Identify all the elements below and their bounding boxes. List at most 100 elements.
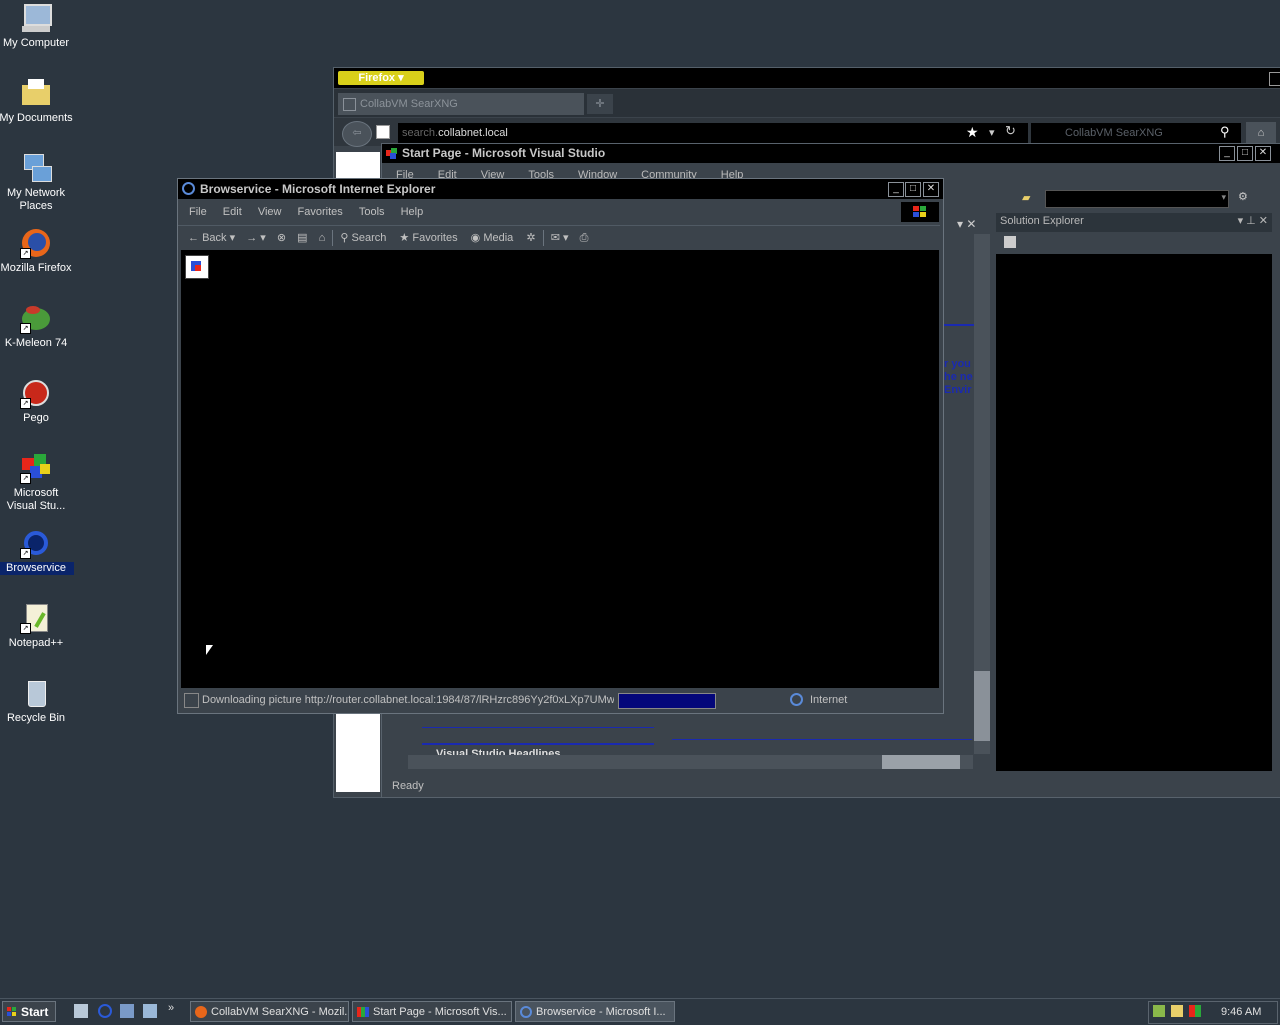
vs-menu-view[interactable]: View <box>481 169 505 178</box>
doc-close-icon[interactable]: ▾ ✕ <box>957 217 976 231</box>
home-button[interactable]: ⌂ <box>1246 122 1276 144</box>
desktop-icon-k-meleon[interactable]: ↗ K-Meleon 74 <box>0 302 74 350</box>
bookmark-star-icon[interactable]: ★ <box>966 124 979 141</box>
favorites-icon: ★ <box>399 232 410 244</box>
refresh-icon[interactable]: ▤ <box>297 232 307 244</box>
properties-icon[interactable] <box>1004 236 1016 248</box>
taskbar: Start » CollabVM SearXNG - Mozil... Star… <box>0 998 1280 1025</box>
ie-maximize-button[interactable]: □ <box>905 182 921 197</box>
vs-toolbar-icon[interactable]: ⚙ <box>1238 190 1248 203</box>
vs-menubar: File Edit View Tools Window Community Help <box>382 164 1002 178</box>
desktop-icon-my-documents[interactable]: My Documents <box>0 77 74 125</box>
site-identity-icon[interactable] <box>376 125 390 139</box>
ie-window[interactable]: Browservice - Microsoft Internet Explore… <box>177 178 944 714</box>
ie-media-button[interactable]: ◉ Media <box>471 232 514 244</box>
quicklaunch-more-icon[interactable]: » <box>168 1002 174 1014</box>
vs-find-combo[interactable]: ▾ <box>1045 190 1229 208</box>
firefox-titlebar[interactable]: Firefox ▾ <box>334 68 1280 88</box>
ie-menu-edit[interactable]: Edit <box>223 206 242 218</box>
firefox-tab[interactable]: CollabVM SearXNG <box>338 93 584 115</box>
vs-menu-community[interactable]: Community <box>641 169 697 178</box>
vs-titlebar[interactable]: Start Page - Microsoft Visual Studio <box>382 144 1280 163</box>
desktop-icon-my-computer[interactable]: My Computer <box>0 2 74 50</box>
desktop-icon-my-network-places[interactable]: My Network Places <box>0 152 74 213</box>
search-bar[interactable]: CollabVM SearXNG <box>1031 123 1241 143</box>
desktop-icon-pego[interactable]: ↗ Pego <box>0 377 74 425</box>
shortcut-arrow-icon: ↗ <box>20 623 31 634</box>
vs-maximize-button[interactable]: □ <box>1237 146 1253 161</box>
ie-minimize-button[interactable]: _ <box>888 182 904 197</box>
reload-icon[interactable]: ↻ <box>1005 123 1016 139</box>
vs-menu-tools[interactable]: Tools <box>528 169 554 178</box>
vs-headlines-heading: Visual Studio Headlines <box>436 748 561 755</box>
start-page-divider <box>944 324 974 326</box>
solution-explorer-header[interactable]: Solution Explorer ▾ ⊥ ✕ <box>996 213 1272 232</box>
desktop-icon-visual-studio[interactable]: ↗ Microsoft Visual Stu... <box>0 452 74 513</box>
k-meleon-icon: ↗ <box>20 302 52 334</box>
quicklaunch-desktop-icon[interactable] <box>74 1004 88 1018</box>
vs-minimize-button[interactable]: _ <box>1219 146 1235 161</box>
back-button[interactable]: ⇦ <box>342 121 372 147</box>
desktop-icon-browservice[interactable]: ↗ Browservice <box>0 527 74 575</box>
chevron-down-icon: ▾ <box>1221 192 1226 202</box>
ie-favorites-button[interactable]: ★ Favorites <box>399 232 457 244</box>
shortcut-arrow-icon: ↗ <box>20 398 31 409</box>
task-browservice[interactable]: Browservice - Microsoft I... <box>515 1001 675 1022</box>
mail-icon[interactable]: ✉ ▾ <box>551 232 569 244</box>
network-icon <box>20 152 52 184</box>
ie-menubar: File Edit View Favorites Tools Help <box>178 201 898 223</box>
print-icon[interactable]: ⎙ <box>580 232 589 244</box>
ie-titlebar[interactable]: Browservice - Microsoft Internet Explore… <box>178 179 943 199</box>
home-icon[interactable]: ⌂ <box>319 232 326 244</box>
clock[interactable]: 9:46 AM <box>1221 1002 1261 1023</box>
vs-menu-window[interactable]: Window <box>578 169 617 178</box>
tray-app-icon[interactable] <box>1171 1005 1183 1017</box>
desktop-icon-notepad-plus-plus[interactable]: ↗ Notepad++ <box>0 602 74 650</box>
vs-scroll-thumb[interactable] <box>974 671 990 741</box>
ie-menu-help[interactable]: Help <box>401 206 424 218</box>
panel-controls-icon[interactable]: ▾ ⊥ ✕ <box>1238 213 1268 230</box>
search-magnifier-icon[interactable]: ⚲ <box>1220 124 1230 140</box>
stop-icon[interactable]: ⊗ <box>277 232 286 244</box>
vs-menu-help[interactable]: Help <box>721 169 744 178</box>
task-visual-studio[interactable]: Start Page - Microsoft Vis... <box>352 1001 512 1022</box>
ie-search-button[interactable]: ⚲ Search <box>340 232 386 244</box>
ie-page-content[interactable] <box>181 250 939 688</box>
desktop-icon-recycle-bin[interactable]: Recycle Bin <box>0 677 74 725</box>
minimize-button[interactable] <box>1269 72 1280 86</box>
ie-forward-button[interactable]: → ▾ <box>246 232 266 244</box>
firefox-menu-button[interactable]: Firefox ▾ <box>338 71 424 85</box>
ie-menu-tools[interactable]: Tools <box>359 206 385 218</box>
desktop-icon-label: Recycle Bin <box>6 712 66 724</box>
ie-close-button[interactable]: ✕ <box>923 182 939 197</box>
home-icon: ⌂ <box>1257 127 1265 139</box>
history-icon[interactable]: ✲ <box>526 232 535 244</box>
back-arrow-icon: ⇦ <box>352 127 362 139</box>
task-firefox[interactable]: CollabVM SearXNG - Mozil... <box>190 1001 349 1022</box>
page-icon <box>343 98 356 111</box>
vs-menu-file[interactable]: File <box>396 169 414 178</box>
vs-close-button[interactable]: ✕ <box>1255 146 1271 161</box>
firefox-tab-title: CollabVM SearXNG <box>360 98 458 110</box>
visual-studio-tray-icon[interactable] <box>1189 1005 1201 1017</box>
desktop-icon-mozilla-firefox[interactable]: ↗ Mozilla Firefox <box>0 227 74 275</box>
url-dropdown-icon[interactable]: ▾ <box>989 126 995 139</box>
windows-logo-icon <box>901 202 939 222</box>
start-button[interactable]: Start <box>2 1001 56 1022</box>
url-bar[interactable]: search.collabnet.local <box>398 123 1028 143</box>
solution-explorer-tree[interactable] <box>996 254 1272 771</box>
open-folder-icon[interactable]: ▰ <box>1022 191 1038 205</box>
ie-menu-view[interactable]: View <box>258 206 282 218</box>
network-tray-icon[interactable] <box>1153 1005 1165 1017</box>
vs-menu-edit[interactable]: Edit <box>438 169 457 178</box>
ie-menu-favorites[interactable]: Favorites <box>298 206 343 218</box>
quicklaunch-ie-icon[interactable] <box>98 1004 112 1018</box>
new-tab-button[interactable]: ✛ <box>587 94 613 114</box>
computer-icon <box>20 2 52 34</box>
ie-menu-file[interactable]: File <box>189 206 207 218</box>
vs-hscroll-thumb[interactable] <box>882 755 960 769</box>
quicklaunch-media-icon[interactable] <box>120 1004 134 1018</box>
desktop-icon-label: Notepad++ <box>8 637 64 649</box>
quicklaunch-explorer-icon[interactable] <box>143 1004 157 1018</box>
ie-back-button[interactable]: ← Back ▾ <box>188 232 235 244</box>
